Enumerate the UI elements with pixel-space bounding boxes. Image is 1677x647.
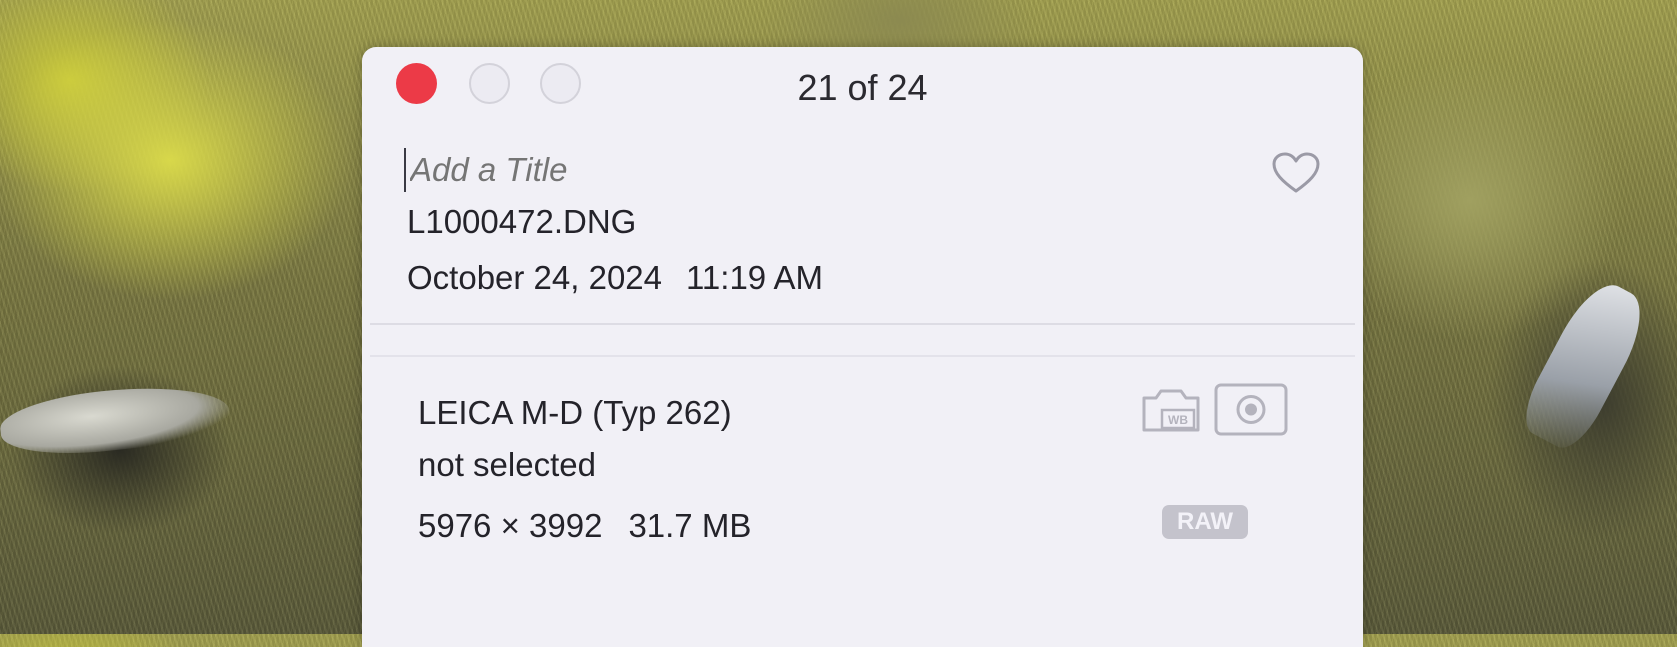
background-stone-right: [1514, 273, 1656, 457]
white-balance-icon: WB: [1142, 389, 1200, 432]
filename: L1000472.DNG: [407, 203, 637, 240]
dimensions-text: 5976 × 3992: [418, 507, 603, 544]
metering-icon: [1214, 383, 1288, 436]
divider: [370, 323, 1355, 325]
lens-info: not selected: [418, 446, 596, 483]
divider: [370, 355, 1355, 357]
svg-text:WB: WB: [1168, 413, 1188, 427]
info-panel: 21 of 24 L1000472.DNG October 24, 2024 11…: [362, 47, 1363, 647]
title-input[interactable]: [404, 148, 1144, 192]
raw-badge: RAW: [1162, 505, 1248, 539]
date-text: October 24, 2024: [407, 259, 663, 296]
camera-model: LEICA M-D (Typ 262): [418, 394, 732, 431]
date-time: October 24, 2024 11:19 AM: [407, 259, 823, 297]
heart-icon[interactable]: [1270, 151, 1322, 195]
time-text: 11:19 AM: [686, 259, 823, 296]
image-specs: 5976 × 3992 31.7 MB: [418, 507, 751, 545]
photo-counter: 21 of 24: [797, 67, 928, 108]
file-size-text: 31.7 MB: [628, 507, 752, 544]
background-stone: [0, 378, 233, 462]
